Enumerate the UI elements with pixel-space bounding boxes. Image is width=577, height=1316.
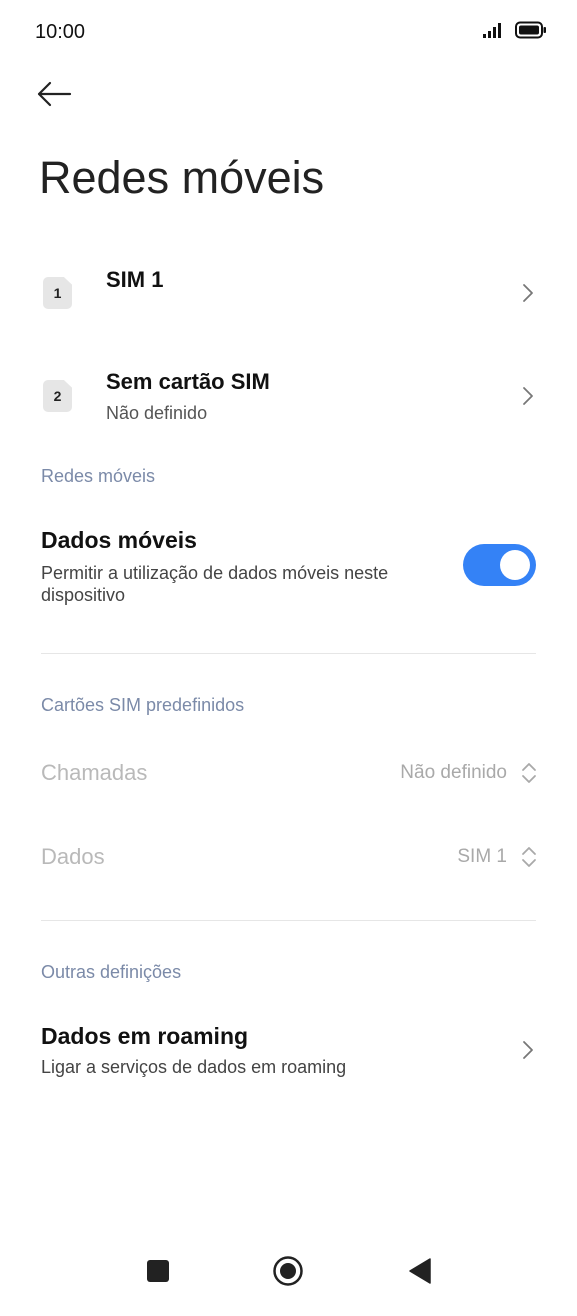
data-roaming-row[interactable]: Dados em roaming Ligar a serviços de dad… (0, 1012, 577, 1092)
calls-label: Chamadas (41, 760, 148, 785)
signal-icon (483, 22, 507, 43)
mobile-data-description: Permitir a utilização de dados móveis ne… (41, 563, 389, 605)
select-updown-icon (522, 847, 536, 867)
mobile-data-title: Dados móveis (41, 527, 197, 553)
nav-back-button[interactable] (398, 1256, 442, 1286)
mobile-data-row[interactable]: Dados móveis Permitir a utilização de da… (0, 520, 577, 620)
nav-home-button[interactable] (266, 1253, 310, 1289)
back-button[interactable] (36, 78, 80, 114)
sim-2-subtitle: Não definido (106, 403, 208, 423)
page-title: Redes móveis (39, 152, 325, 203)
chevron-right-icon (523, 387, 533, 405)
calls-value: Não definido (400, 762, 507, 783)
sim-1-row[interactable]: 1 SIM 1 (0, 248, 577, 338)
default-data-row[interactable]: Dados SIM 1 (0, 826, 577, 888)
sim-1-title: SIM 1 (106, 267, 164, 292)
chevron-right-icon (523, 1041, 533, 1059)
battery-icon (515, 21, 547, 44)
sim-2-badge: 2 (43, 380, 72, 412)
back-arrow-icon (36, 81, 72, 112)
roaming-description: Ligar a serviços de dados em roaming (41, 1057, 347, 1077)
section-header-other-settings: Outras definições (41, 962, 182, 982)
back-triangle-icon (409, 1258, 431, 1284)
mobile-data-toggle[interactable] (463, 544, 536, 586)
sim-2-row[interactable]: 2 Sem cartão SIM Não definido (0, 352, 577, 442)
select-updown-icon (522, 763, 536, 783)
sim-2-title: Sem cartão SIM (106, 369, 270, 394)
section-header-default-sims: Cartões SIM predefinidos (41, 695, 245, 715)
status-time: 10:00 (35, 21, 86, 43)
chevron-right-icon (523, 284, 533, 302)
divider (41, 653, 536, 654)
data-value: SIM 1 (457, 846, 507, 867)
nav-recents-button[interactable] (136, 1256, 180, 1286)
recents-square-icon (147, 1260, 169, 1282)
data-label: Dados (41, 844, 105, 869)
home-circle-icon (273, 1256, 303, 1286)
default-calls-row[interactable]: Chamadas Não definido (0, 742, 577, 804)
roaming-title: Dados em roaming (41, 1023, 249, 1049)
divider (41, 920, 536, 921)
section-header-mobile-networks: Redes móveis (41, 466, 156, 486)
status-icons (483, 21, 547, 44)
toggle-knob (500, 550, 530, 580)
sim-1-badge: 1 (43, 277, 72, 309)
